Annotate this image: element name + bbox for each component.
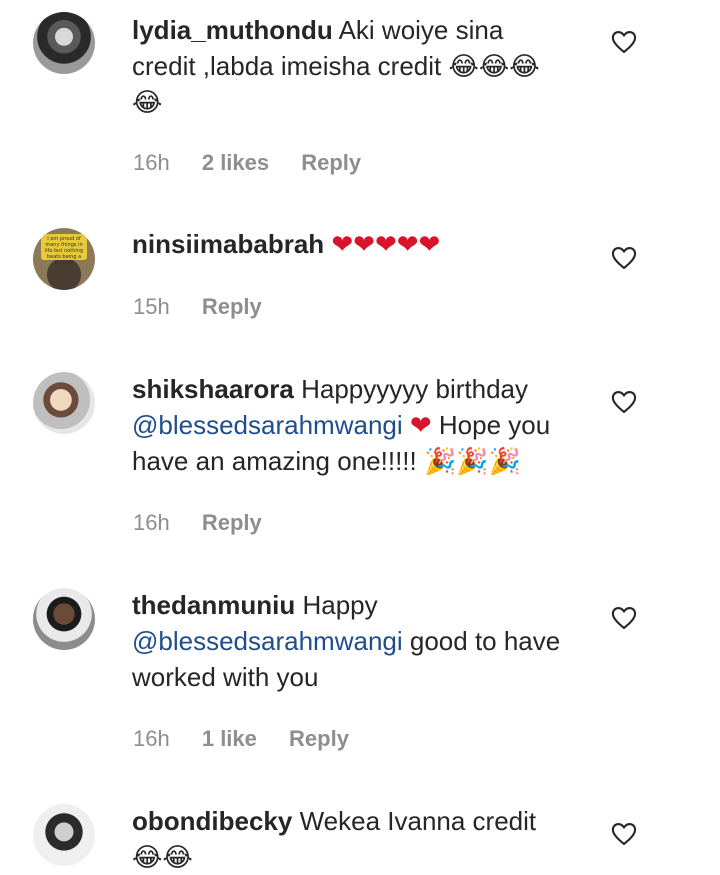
- comment-likes[interactable]: 2 likes: [202, 150, 269, 175]
- like-button[interactable]: [610, 820, 638, 848]
- comment-meta: 16h 2 likes Reply: [133, 150, 387, 176]
- avatar[interactable]: [33, 804, 95, 866]
- reply-button[interactable]: Reply: [301, 150, 361, 175]
- like-button[interactable]: [610, 604, 638, 632]
- comment-time: 16h: [133, 726, 170, 751]
- comment-meta: 16h Reply: [133, 510, 288, 536]
- comment-meta: 15h Reply: [133, 294, 288, 320]
- avatar[interactable]: [33, 12, 95, 74]
- heart-outline-icon: [611, 31, 637, 54]
- reply-button[interactable]: Reply: [289, 726, 349, 751]
- comment-username[interactable]: thedanmuniu: [132, 590, 295, 620]
- heart-emoji: ❤: [409, 410, 432, 440]
- comment-body: ninsiimababrah ❤❤❤❤❤: [132, 226, 562, 262]
- heart-outline-icon: [611, 247, 637, 270]
- reply-button[interactable]: Reply: [202, 294, 262, 319]
- comment-username[interactable]: ninsiimababrah: [132, 229, 324, 259]
- like-button[interactable]: [610, 244, 638, 272]
- avatar[interactable]: I am proud of many things in life but no…: [33, 228, 95, 290]
- comment-likes[interactable]: 1 like: [202, 726, 257, 751]
- comment-mention[interactable]: @blessedsarahmwangi: [132, 410, 403, 440]
- comment-text: Happyyyyy birthday: [301, 374, 528, 404]
- comment-body: lydia_muthondu Aki woiye sina credit ,la…: [132, 12, 562, 120]
- comment-time: 16h: [133, 150, 170, 175]
- reply-button[interactable]: Reply: [202, 510, 262, 535]
- comment-time: 15h: [133, 294, 170, 319]
- like-button[interactable]: [610, 28, 638, 56]
- comment-username[interactable]: obondibecky: [132, 806, 292, 836]
- comment-text: ❤❤❤❤❤: [331, 229, 441, 259]
- comment-body: shikshaarora Happyyyyy birthday @blessed…: [132, 371, 562, 479]
- avatar[interactable]: [33, 588, 95, 650]
- comment-body: thedanmuniu Happy @blessedsarahmwangi go…: [132, 587, 562, 695]
- comment-body: obondibecky Wekea Ivanna credit 😂😂: [132, 803, 562, 875]
- heart-outline-icon: [611, 391, 637, 414]
- comment-mention[interactable]: @blessedsarahmwangi: [132, 626, 403, 656]
- like-button[interactable]: [610, 388, 638, 416]
- comment-time: 16h: [133, 510, 170, 535]
- comment-meta: 16h 1 like Reply: [133, 726, 375, 752]
- heart-outline-icon: [611, 823, 637, 846]
- comment-username[interactable]: shikshaarora: [132, 374, 294, 404]
- avatar[interactable]: [33, 372, 95, 434]
- avatar-sign: I am proud of many things in life but no…: [41, 234, 87, 266]
- comment-text: Happy: [302, 590, 378, 620]
- comment-username[interactable]: lydia_muthondu: [132, 15, 333, 45]
- heart-outline-icon: [611, 607, 637, 630]
